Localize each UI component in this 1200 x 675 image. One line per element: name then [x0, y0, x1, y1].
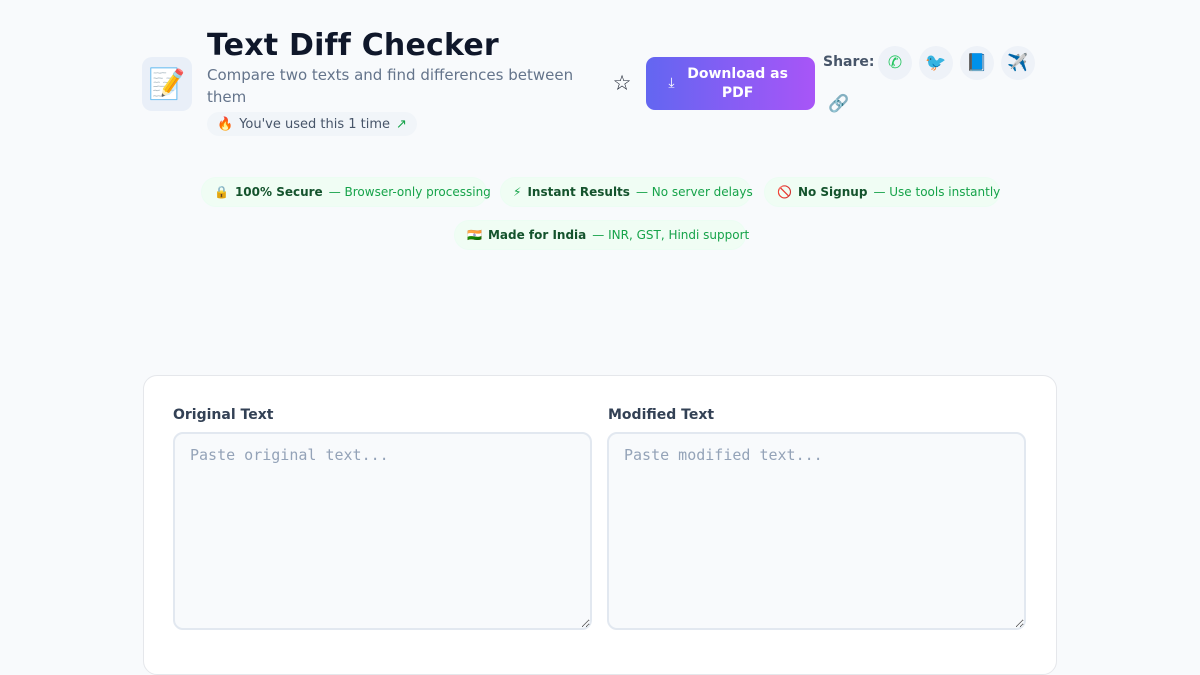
lock-icon: 🔒: [214, 185, 229, 199]
telegram-icon[interactable]: ✈️: [1001, 46, 1035, 80]
modified-text-label: Modified Text: [608, 407, 715, 423]
memo-icon: 📝: [142, 57, 192, 111]
badge-secure: 🔒 100% Secure — Browser-only processing: [201, 177, 491, 207]
usage-counter: 🔥 You've used this 1 time ↗: [207, 112, 417, 136]
lightning-icon: ⚡: [513, 185, 522, 199]
badge-title: 100% Secure: [234, 185, 323, 199]
link-icon[interactable]: 🔗: [822, 87, 856, 121]
badge-title: No Signup: [797, 185, 868, 199]
india-flag-icon: 🇮🇳: [467, 228, 482, 242]
whatsapp-icon[interactable]: ✆: [878, 46, 912, 80]
page-subtitle: Compare two texts and find differences b…: [207, 66, 574, 106]
download-pdf-label: Download as PDF: [687, 65, 788, 101]
download-icon: ⤓: [668, 75, 675, 91]
badge-desc: — Browser-only processing: [328, 185, 491, 199]
trending-up-icon: ↗: [396, 116, 407, 132]
prohibited-icon: 🚫: [777, 185, 792, 199]
fire-icon: 🔥: [217, 116, 234, 132]
original-text-input[interactable]: [173, 432, 592, 630]
badge-desc: — INR, GST, Hindi support: [592, 228, 750, 242]
original-text-label: Original Text: [173, 407, 274, 423]
share-label: Share:: [823, 54, 875, 70]
badge-desc: — Use tools instantly: [873, 185, 1001, 199]
badge-title: Made for India: [487, 228, 587, 242]
favorite-star-icon[interactable]: ☆: [609, 70, 635, 96]
twitter-icon[interactable]: 🐦: [919, 46, 953, 80]
badge-no-signup: 🚫 No Signup — Use tools instantly: [764, 177, 1000, 207]
page-title: Text Diff Checker: [207, 28, 499, 63]
download-pdf-button[interactable]: ⤓ Download as PDF: [646, 57, 815, 110]
badge-instant: ⚡ Instant Results — No server delays: [500, 177, 753, 207]
badge-made-for-india: 🇮🇳 Made for India — INR, GST, Hindi supp…: [454, 220, 750, 250]
modified-text-input[interactable]: [607, 432, 1026, 630]
badge-desc: — No server delays: [635, 185, 753, 199]
badge-title: Instant Results: [527, 185, 630, 199]
usage-text: You've used this 1 time: [239, 116, 391, 132]
facebook-icon[interactable]: 📘: [960, 46, 994, 80]
